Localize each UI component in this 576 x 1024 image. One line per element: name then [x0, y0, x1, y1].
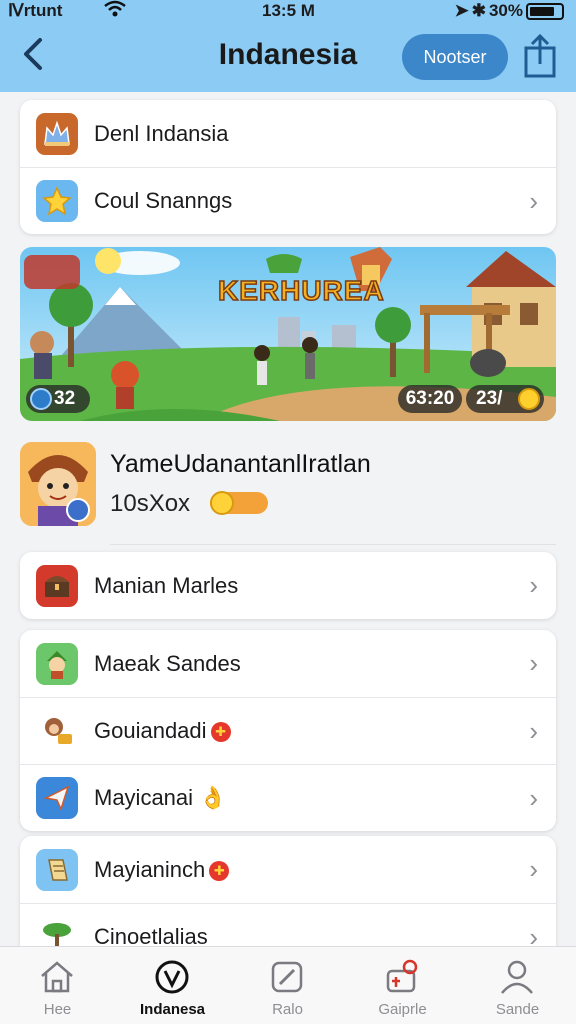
game-icon	[386, 959, 418, 993]
profile-name: YameUdanantanlIratlan	[110, 450, 371, 478]
profile-section: YameUdanantanlIratlan 10sXox	[0, 436, 576, 546]
monkey-icon	[36, 710, 78, 752]
battery-icon	[526, 2, 564, 20]
chevron-right-icon: ›	[529, 648, 538, 678]
profile-subtitle: 10sXox	[110, 490, 191, 517]
tab-sande[interactable]: Sande	[460, 947, 575, 1024]
chevron-right-icon: ›	[529, 854, 538, 884]
tab-bar: Hee Indanesa Ralo Gaiprle Sande	[0, 946, 576, 1024]
edit-icon	[271, 961, 303, 993]
list-item-label: Maeak Sandes	[94, 650, 241, 676]
tab-indanesa[interactable]: Indanesa	[115, 947, 230, 1024]
list-item-label: Denl Indansia	[94, 120, 229, 146]
chevron-right-icon: ›	[529, 185, 538, 216]
carrier-label: Ⅳrtunt	[8, 1, 63, 20]
chevron-right-icon: ›	[529, 782, 538, 813]
chest-icon	[36, 564, 78, 607]
new-badge-icon: ✚	[209, 860, 230, 881]
new-badge-icon: ✚	[210, 722, 231, 742]
paper-plane-icon	[36, 777, 78, 819]
compass-icon	[155, 960, 189, 994]
tree-icon	[36, 916, 78, 948]
menu-card-three: Mayianinch ✚ › Cinoetlalias ›	[20, 836, 556, 948]
top-menu-card: Denl Indansia Coul Snanngs ›	[20, 100, 556, 234]
navigation-bar: Indanesia Nootser	[0, 28, 576, 88]
status-bar: Ⅳrtunt 13:5 M ➤ ✱ 30%	[0, 0, 576, 24]
banner-timer: 63:20	[398, 385, 462, 413]
tab-gaiprle[interactable]: Gaiprle	[345, 947, 460, 1024]
menu-card-one: Manian Marles ›	[20, 552, 556, 619]
list-item-label: Mayianinch ✚	[94, 857, 230, 883]
coin-icon	[518, 388, 540, 410]
character-avatar-icon	[20, 442, 96, 526]
chevron-right-icon: ›	[529, 570, 538, 600]
list-item-gouiandadi[interactable]: Gouiandadi ✚ ›	[20, 697, 556, 764]
profile-icon	[501, 960, 533, 994]
clock-icon	[30, 388, 52, 410]
list-item-coul[interactable]: Coul Snanngs ›	[20, 167, 556, 234]
thumbs-up-icon	[210, 491, 234, 515]
list-item-label: Gouiandadi ✚	[94, 718, 231, 744]
battery-percent: 30%	[488, 1, 523, 20]
list-item-cinoetlalias[interactable]: Cinoetlalias ›	[20, 903, 556, 948]
tab-home[interactable]: Hee	[0, 947, 115, 1024]
elf-icon	[36, 642, 78, 685]
bluetooth-icon: ✱	[471, 1, 486, 20]
divider	[110, 544, 556, 545]
banner-counter: 32	[26, 385, 90, 413]
banner-score: 23/	[466, 385, 544, 413]
list-item-label: Cinoetlalias	[94, 924, 208, 948]
list-item-label: Coul Snanngs	[94, 188, 233, 213]
list-item-label: Manian Marles	[94, 572, 239, 598]
list-item-label: Mayicanai 👌	[94, 785, 227, 810]
avatar[interactable]	[20, 442, 96, 526]
profile-progress-bar	[210, 491, 268, 515]
chevron-right-icon: ›	[529, 715, 538, 746]
home-icon	[41, 961, 73, 993]
status-time: 13:5 M	[262, 1, 315, 20]
share-button[interactable]	[522, 33, 558, 78]
list-item-manian[interactable]: Manian Marles ›	[20, 552, 556, 619]
scroll-icon	[36, 848, 78, 891]
wifi-icon	[104, 0, 126, 23]
crown-icon	[36, 112, 78, 155]
featured-game-banner[interactable]: KERHUREA 32 63:20 23/	[20, 247, 556, 421]
star-icon	[36, 180, 78, 222]
list-item-mayicanai[interactable]: Mayicanai 👌 ›	[20, 764, 556, 831]
header-bar: Ⅳrtunt 13:5 M ➤ ✱ 30% Indanesia Nootser	[0, 0, 576, 92]
list-item-mayianinch[interactable]: Mayianinch ✚ ›	[20, 836, 556, 903]
menu-card-two: Maeak Sandes › Gouiandadi ✚ › Mayicanai 👌…	[20, 630, 556, 831]
hand-emoji-icon: 👌	[199, 785, 227, 810]
location-icon: ➤	[454, 1, 469, 20]
chevron-right-icon: ›	[529, 921, 538, 949]
tab-ralo[interactable]: Ralo	[230, 947, 345, 1024]
banner-title: KERHUREA	[217, 274, 385, 307]
list-item-maeak[interactable]: Maeak Sandes ›	[20, 630, 556, 697]
share-icon	[524, 33, 556, 78]
list-item-denl[interactable]: Denl Indansia	[20, 100, 556, 167]
header-action-button[interactable]: Nootser	[402, 34, 508, 80]
